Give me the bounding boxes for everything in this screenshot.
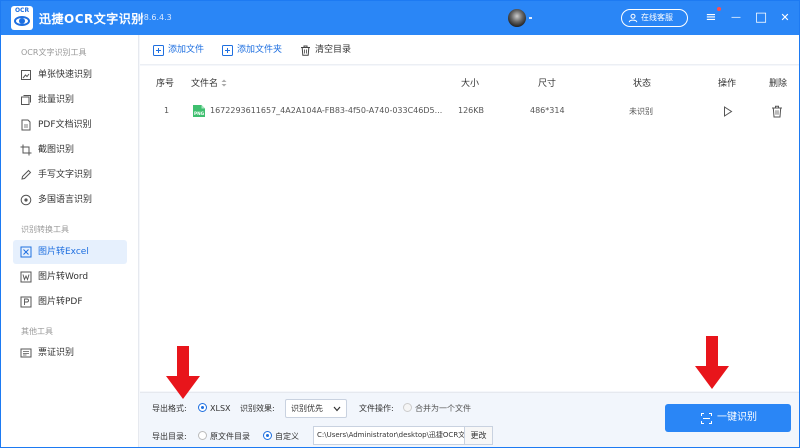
column-header-dimensions: 尺寸: [538, 79, 557, 89]
annotation-arrow-down-icon: [166, 346, 200, 399]
sidebar-section-ocr-title: OCR文字识别工具: [21, 48, 87, 57]
delete-icon[interactable]: [771, 105, 783, 118]
sidebar-item-pdf-recognition[interactable]: PDF文档识别: [13, 113, 127, 137]
crop-icon: [20, 144, 32, 156]
online-service-button[interactable]: 在线客服: [621, 9, 688, 27]
original-directory-radio[interactable]: 原文件目录: [198, 431, 250, 442]
sidebar-item-multilanguage-recognition[interactable]: 多国语言识别: [13, 188, 127, 212]
play-icon[interactable]: [723, 106, 733, 117]
sidebar-section-other-title: 其他工具: [21, 327, 53, 336]
column-header-status: 状态: [633, 79, 652, 89]
word-icon: [20, 271, 32, 283]
row-status: 未识别: [629, 107, 653, 116]
annotation-arrow-down-icon: [695, 336, 729, 389]
app-version: v8.6.4.3: [139, 13, 172, 22]
ticket-icon: [20, 348, 32, 358]
radio-disabled-icon: [403, 403, 412, 412]
sidebar-item-image-to-word[interactable]: 图片转Word: [13, 265, 127, 289]
radio-selected-icon: [263, 431, 272, 440]
sidebar-section-convert-title: 识别转换工具: [21, 225, 69, 234]
png-file-icon: PNG: [193, 105, 205, 117]
column-header-action: 操作: [718, 79, 737, 89]
radio-unselected-icon: [198, 431, 207, 440]
sidebar-item-screenshot-recognition[interactable]: 截图识别: [13, 138, 127, 162]
add-folder-button[interactable]: 添加文件夹: [222, 44, 282, 58]
add-folder-icon: [222, 45, 233, 56]
clear-list-button[interactable]: 清空目录: [300, 44, 351, 58]
merge-file-radio[interactable]: 合并为一个文件: [403, 403, 471, 414]
minimize-button[interactable]: —: [728, 9, 744, 27]
column-header-delete: 删除: [769, 79, 788, 89]
custom-directory-radio[interactable]: 自定义: [263, 431, 299, 442]
sidebar-item-ticket-recognition[interactable]: 票证识别: [13, 341, 127, 365]
row-size: 126KB: [458, 106, 485, 115]
excel-icon: [20, 246, 32, 258]
start-recognition-button[interactable]: 一键识别: [665, 404, 791, 432]
app-window: OCR 迅捷OCR文字识别 v8.6.4.3 在线客服 ≡ — □ ✕ OCR文…: [0, 0, 800, 448]
sidebar-item-image-to-pdf[interactable]: 图片转PDF: [13, 290, 127, 314]
menu-button[interactable]: ≡: [703, 9, 719, 27]
sort-icon: [221, 79, 227, 87]
notification-dot: [717, 7, 721, 11]
sidebar-item-handwriting-recognition[interactable]: 手写文字识别: [13, 163, 127, 187]
add-file-button[interactable]: 添加文件: [153, 44, 204, 58]
change-directory-button[interactable]: 更改: [464, 426, 493, 445]
batch-icon: [21, 95, 31, 105]
row-index: 1: [164, 106, 170, 115]
radio-selected-icon: [198, 403, 207, 412]
export-format-label: 导出格式:: [152, 404, 187, 413]
maximize-button[interactable]: □: [753, 9, 769, 27]
row-dimensions: 486*314: [530, 106, 565, 115]
single-image-icon: [21, 70, 31, 80]
sidebar-item-single-recognition[interactable]: 单张快速识别: [13, 63, 127, 87]
user-avatar[interactable]: [508, 9, 526, 27]
recognition-effect-select[interactable]: 识别优先: [285, 399, 347, 418]
column-header-filename[interactable]: 文件名: [191, 76, 227, 89]
add-file-icon: [153, 45, 164, 56]
chevron-down-icon: [333, 406, 341, 412]
app-logo-icon: OCR: [11, 6, 33, 30]
title-bar: OCR 迅捷OCR文字识别 v8.6.4.3 在线客服 ≡ — □ ✕: [1, 1, 799, 35]
sidebar-item-image-to-excel[interactable]: 图片转Excel: [13, 240, 127, 264]
column-header-size: 大小: [461, 79, 480, 89]
format-xlsx-radio[interactable]: XLSX: [198, 403, 231, 413]
pen-icon: [21, 169, 32, 180]
user-icon: [628, 13, 638, 23]
recognition-effect-label: 识别效果:: [240, 404, 275, 413]
scan-icon: [701, 413, 712, 424]
column-header-index: 序号: [156, 79, 175, 89]
file-operation-label: 文件操作:: [359, 404, 394, 413]
export-directory-label: 导出目录:: [152, 432, 187, 441]
close-button[interactable]: ✕: [777, 9, 793, 27]
row-filename: 1672293611657_4A2A104A-FB83-4f50-A740-03…: [210, 106, 443, 115]
online-service-label: 在线客服: [641, 13, 673, 22]
globe-icon: [20, 194, 32, 206]
username-indicator: [529, 17, 532, 19]
trash-icon: [301, 45, 310, 56]
app-title: 迅捷OCR文字识别: [39, 12, 144, 26]
file-toolbar: 添加文件 添加文件夹 清空目录: [140, 35, 799, 65]
output-path-input[interactable]: C:\Users\Administrator\desktop\迅捷OCR文: [313, 426, 465, 445]
pdf-icon: [20, 296, 32, 308]
sidebar: OCR文字识别工具 单张快速识别 批量识别 PDF文档识别 截图识别 手写文字识…: [1, 35, 139, 447]
pdf-document-icon: [21, 119, 31, 131]
sidebar-item-batch-recognition[interactable]: 批量识别: [13, 88, 127, 112]
svg-text:PNG: PNG: [194, 111, 205, 116]
